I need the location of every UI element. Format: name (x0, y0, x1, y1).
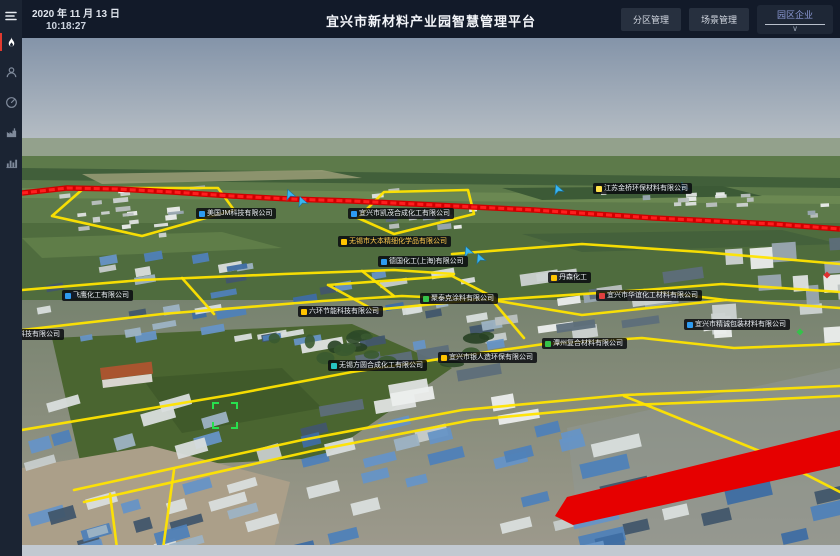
company-name: 宜兴市精诚包装材料有限公司 (695, 321, 786, 328)
company-name: 宜兴市华谊化工材料有限公司 (607, 292, 698, 299)
map-label[interactable]: 宜兴市华谊化工材料有限公司 (596, 290, 702, 301)
map-label[interactable]: 江苏金桥环保材料有限公司 (593, 183, 692, 194)
company-icon (381, 259, 387, 265)
company-name: 无锡方圆合成化工有限公司 (339, 362, 423, 369)
company-name: 潭州复合材料有限公司 (553, 340, 623, 347)
map-label[interactable]: 聚泰克涂料有限公司 (420, 293, 498, 304)
map-label[interactable]: 美国JM科技有限公司 (196, 208, 276, 219)
company-icon (545, 341, 551, 347)
company-icon (441, 355, 447, 361)
company-name: 飞鹰化工有限公司 (73, 292, 129, 299)
map-label[interactable]: 丹森化工 (548, 272, 591, 283)
menu-icon[interactable] (0, 4, 22, 28)
company-icon (351, 211, 357, 217)
company-icon (65, 293, 71, 299)
company-icon (551, 275, 557, 281)
company-name: 新材料科技有限公司 (22, 331, 60, 338)
company-icon (341, 239, 347, 245)
bar-chart-icon[interactable] (0, 150, 22, 174)
company-icon (423, 296, 429, 302)
factory-icon[interactable] (0, 120, 22, 144)
scene-management-button[interactable]: 场景管理 (689, 8, 749, 31)
company-name: 六环节能科技有限公司 (309, 308, 379, 315)
park-enterprise-dropdown[interactable]: 园区企业 ∨ (757, 5, 833, 34)
company-icon (301, 309, 307, 315)
company-name: 宜兴市凯茂合成化工有限公司 (359, 210, 450, 217)
map-label[interactable]: 宜兴市银人造环保有限公司 (438, 352, 537, 363)
company-icon (331, 363, 337, 369)
map-viewport[interactable]: 美国JM科技有限公司 宜兴市凯茂合成化工有限公司无锡市大本精细化学品有限公司 江苏金… (22, 38, 840, 556)
map-label[interactable]: 宜兴市精诚包装材料有限公司 (684, 319, 790, 330)
sidebar (0, 0, 22, 556)
map-label[interactable]: 六环节能科技有限公司 (298, 306, 383, 317)
map-label[interactable]: 无锡市大本精细化学品有限公司 (338, 236, 451, 247)
map-label[interactable]: 潭州复合材料有限公司 (542, 338, 627, 349)
map-label[interactable]: 新材料科技有限公司 (22, 329, 64, 340)
gauge-icon[interactable] (0, 90, 22, 114)
company-name: 聚泰克涂料有限公司 (431, 295, 494, 302)
map-label[interactable]: 德国化工(上海)有限公司 (378, 256, 468, 267)
company-icon (687, 322, 693, 328)
company-name: 美国JM科技有限公司 (207, 210, 272, 217)
company-name: 无锡市大本精细化学品有限公司 (349, 238, 447, 245)
company-name: 宜兴市银人造环保有限公司 (449, 354, 533, 361)
company-name: 江苏金桥环保材料有限公司 (604, 185, 688, 192)
map-label[interactable]: 无锡方圆合成化工有限公司 (328, 360, 427, 371)
company-name: 丹森化工 (559, 274, 587, 281)
zone-management-button[interactable]: 分区管理 (621, 8, 681, 31)
active-indicator (0, 33, 2, 51)
map-label[interactable]: 宜兴市凯茂合成化工有限公司 (348, 208, 454, 219)
flame-icon[interactable] (0, 30, 22, 54)
user-icon[interactable] (0, 60, 22, 84)
company-icon (199, 211, 205, 217)
park-enterprise-label: 园区企业 (765, 8, 825, 21)
company-name: 德国化工(上海)有限公司 (389, 258, 464, 265)
chevron-down-icon: ∨ (765, 25, 825, 33)
header: 2020 年 11 月 13 日 10:18:27 宜兴市新材料产业园智慧管理平… (22, 0, 840, 38)
company-icon (596, 186, 602, 192)
header-buttons: 分区管理 场景管理 园区企业 ∨ (621, 0, 833, 38)
smart-park-platform-window: 2020 年 11 月 13 日 10:18:27 宜兴市新材料产业园智慧管理平… (0, 0, 840, 556)
company-icon (599, 293, 605, 299)
map-label[interactable]: 飞鹰化工有限公司 (62, 290, 133, 301)
